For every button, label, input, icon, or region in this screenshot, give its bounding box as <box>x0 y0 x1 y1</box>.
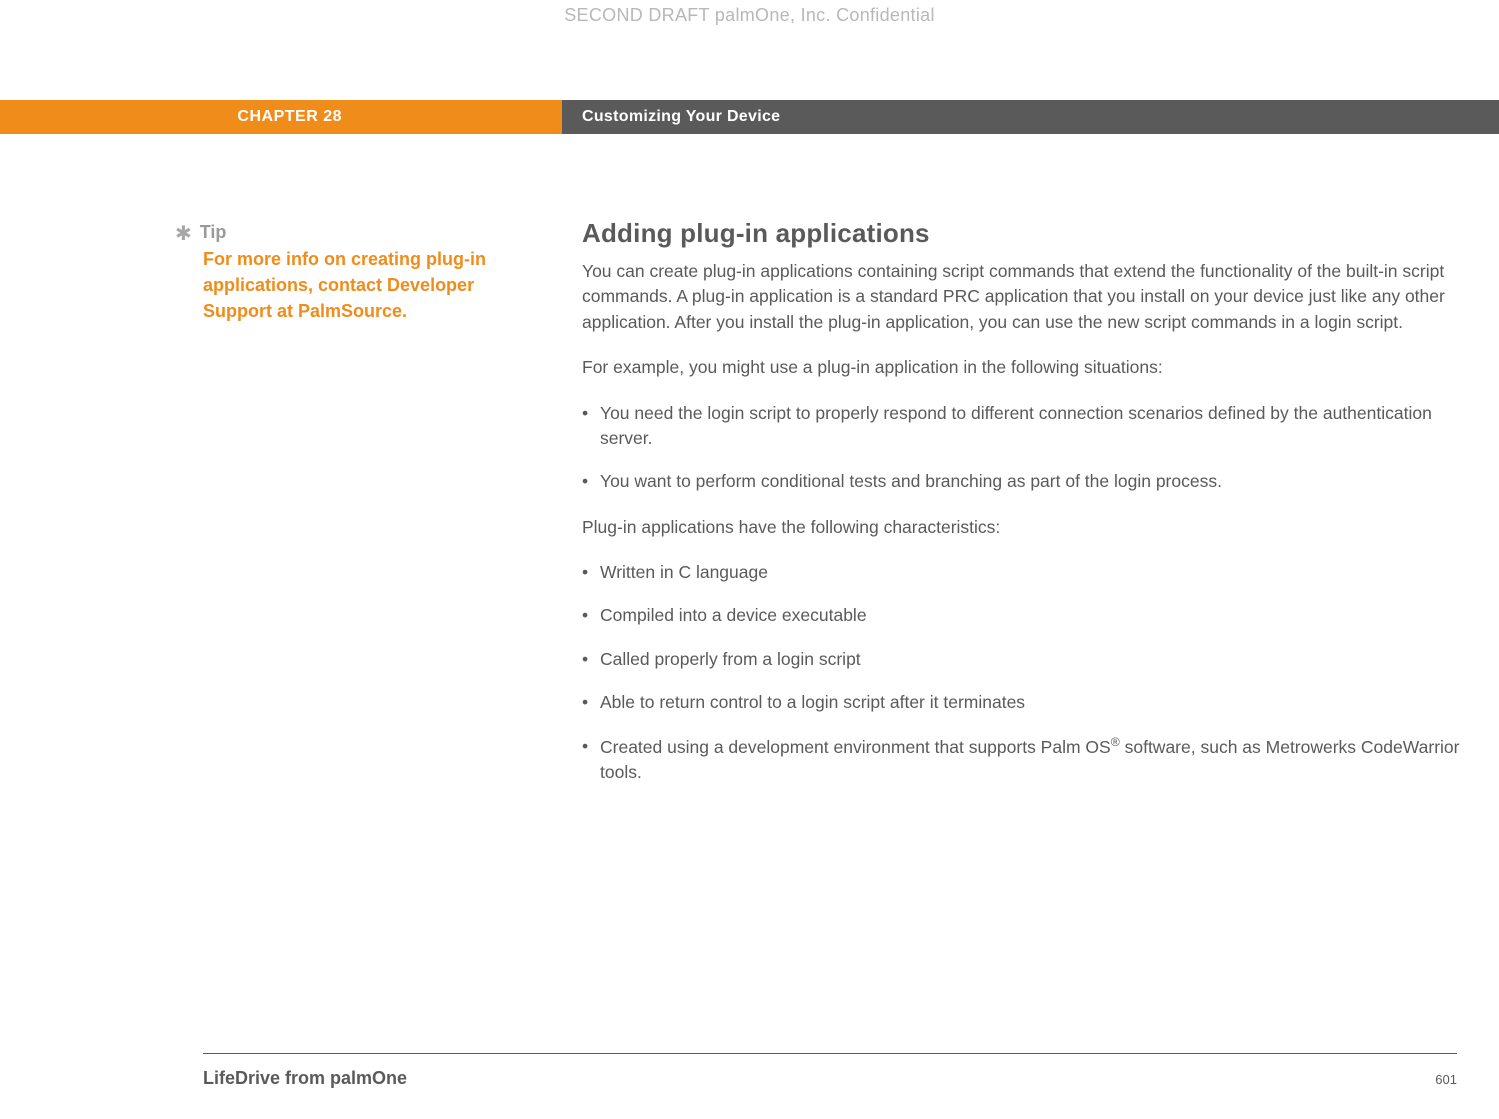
list-item: You want to perform conditional tests an… <box>582 469 1482 494</box>
section-heading: Adding plug-in applications <box>582 218 1482 249</box>
tip-label: Tip <box>200 222 227 243</box>
list-item: Written in C language <box>582 560 1482 585</box>
page-footer: LifeDrive from palmOne 601 <box>203 1068 1457 1089</box>
tip-body-text: For more info on creating plug-in applic… <box>203 246 505 324</box>
chapter-number: CHAPTER 28 <box>0 100 562 134</box>
tip-star-icon: ✱ <box>175 224 192 244</box>
list-item: Able to return control to a login script… <box>582 690 1482 715</box>
situations-list: You need the login script to properly re… <box>582 401 1482 495</box>
intro-paragraph-1: You can create plug-in applications cont… <box>582 259 1482 335</box>
list-item: You need the login script to properly re… <box>582 401 1482 452</box>
page-number: 601 <box>1435 1072 1457 1087</box>
chapter-header-bar: CHAPTER 28 Customizing Your Device <box>0 100 1499 134</box>
footer-divider <box>203 1053 1457 1054</box>
confidential-watermark: SECOND DRAFT palmOne, Inc. Confidential <box>0 5 1499 26</box>
intro-paragraph-2: For example, you might use a plug-in app… <box>582 355 1482 380</box>
tip-sidebar: ✱ Tip For more info on creating plug-in … <box>175 222 505 324</box>
list-item: Called properly from a login script <box>582 647 1482 672</box>
footer-product-name: LifeDrive from palmOne <box>203 1068 407 1089</box>
list-item: Created using a development environment … <box>582 734 1482 786</box>
main-content: Adding plug-in applications You can crea… <box>582 218 1482 805</box>
chapter-title: Customizing Your Device <box>562 100 1499 134</box>
characteristics-list: Written in C language Compiled into a de… <box>582 560 1482 785</box>
list-item: Compiled into a device executable <box>582 603 1482 628</box>
characteristics-intro: Plug-in applications have the following … <box>582 515 1482 540</box>
